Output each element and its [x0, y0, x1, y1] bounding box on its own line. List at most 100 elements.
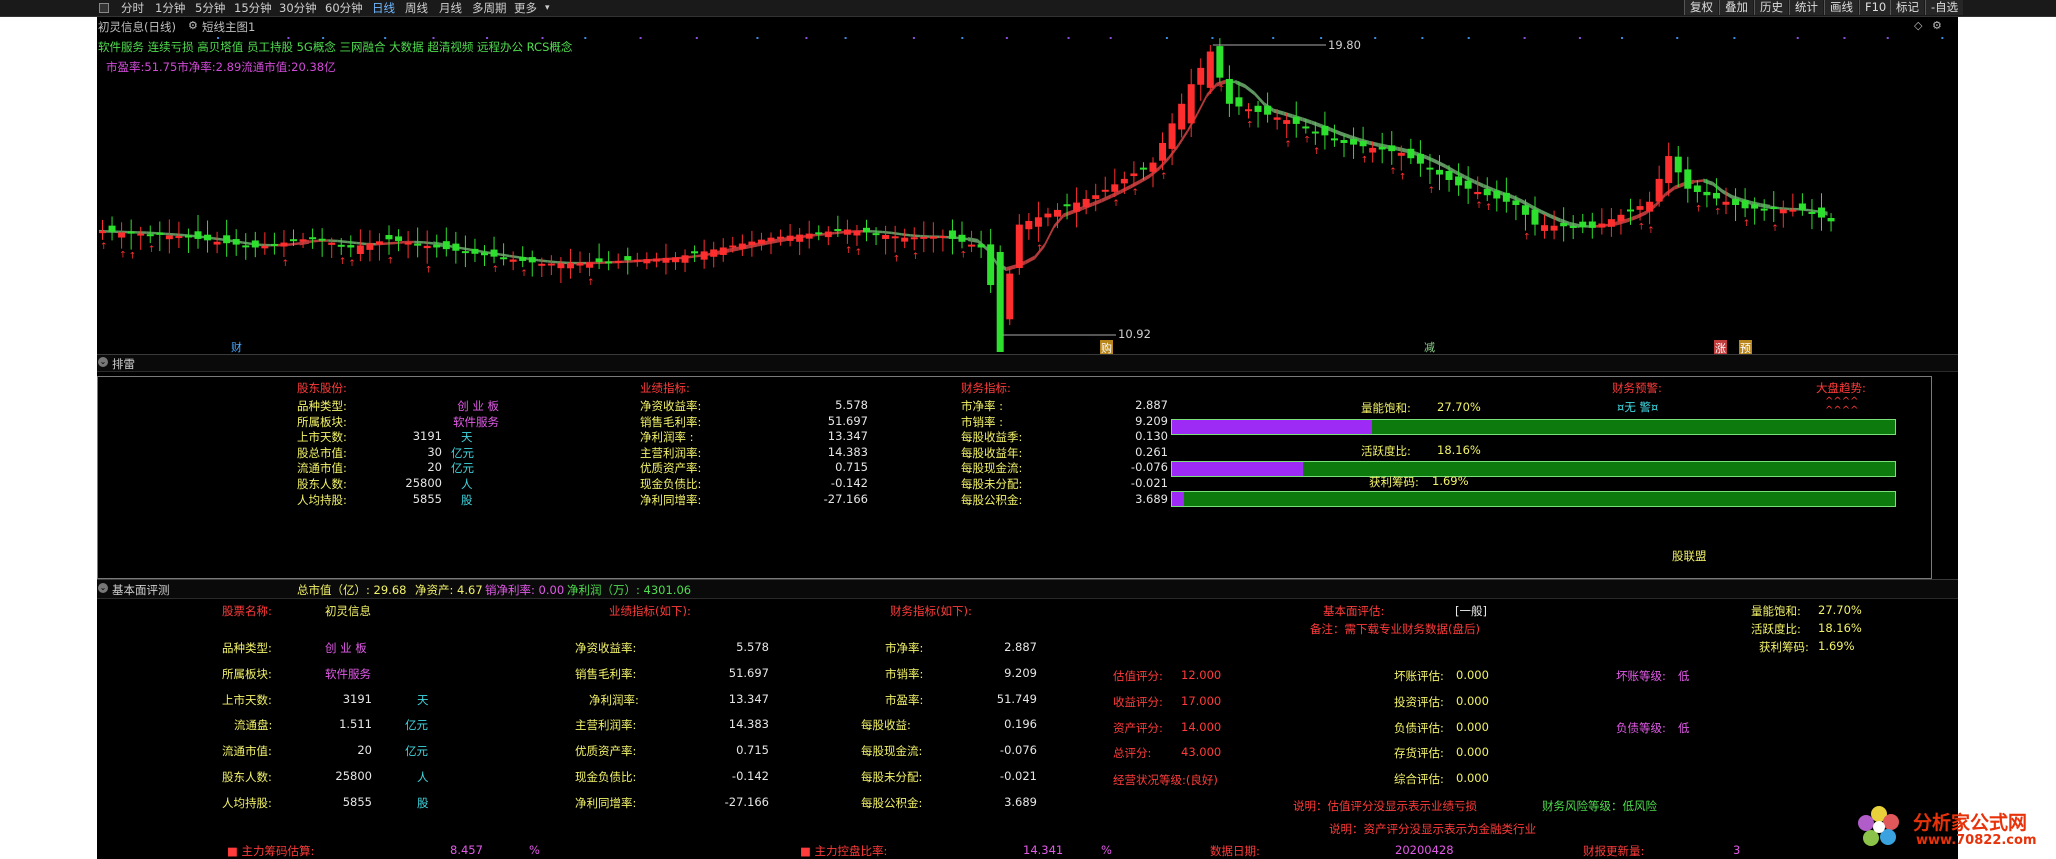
period-30min[interactable]: 30分钟 — [279, 0, 317, 16]
btn-huaxian[interactable]: 画线 — [1824, 0, 1858, 15]
candle-body — [1292, 117, 1300, 124]
candle-body — [1092, 195, 1100, 199]
right-stat-label: 量能饱和: — [1751, 604, 1801, 618]
explain-2: 说明：资产评分没显示表示为金融类行业 — [1329, 822, 1536, 836]
candle-body — [1321, 125, 1329, 136]
buy-arrow-marker: ↑ — [1160, 172, 1168, 182]
signal-dot — [695, 37, 698, 39]
fin-value-2: 2.887 — [1004, 640, 1037, 654]
eval-item-label: 坏账评估: — [1394, 669, 1444, 683]
watermark-url: www.70822.com — [1916, 833, 2037, 848]
period-more[interactable]: 更多 — [514, 0, 537, 16]
btn-fuquan[interactable]: 复权 — [1684, 0, 1718, 15]
candle-body — [1369, 147, 1377, 153]
candle-body — [547, 263, 555, 266]
period-15min[interactable]: 15分钟 — [234, 0, 272, 16]
buy-arrow-marker: ↑ — [854, 248, 862, 258]
candle-body — [1397, 152, 1405, 156]
perf-value: 5.578 — [835, 398, 868, 412]
perf-label: 净利润率 : — [640, 430, 694, 445]
period-fenshi[interactable]: 分时 — [121, 0, 144, 16]
perf-value-2: 14.383 — [728, 717, 769, 732]
fin-value: 2.887 — [1135, 398, 1168, 412]
period-1min[interactable]: 1分钟 — [155, 0, 185, 16]
ma-ribbon-segment — [242, 241, 252, 246]
btn-tongji[interactable]: 统计 — [1789, 0, 1823, 15]
watermark-name: 分析家公式网 — [1913, 812, 2028, 834]
perf-label: 现金负债比: — [640, 477, 702, 491]
candle-body — [729, 245, 737, 248]
buy-arrow-marker: ↑ — [1036, 244, 1044, 254]
eval-item-label: 负债评估: — [1394, 720, 1444, 735]
right-stat-value: 1.69% — [1818, 639, 1855, 653]
period-daily[interactable]: 日线 — [372, 0, 395, 16]
signal-dot — [486, 37, 489, 39]
fin-value: 9.209 — [1135, 413, 1168, 428]
buy-arrow-marker: ↑ — [1427, 186, 1435, 196]
candle-body — [328, 242, 336, 245]
more-chevron-icon[interactable]: ▾ — [545, 0, 550, 16]
holder-unit-2: 亿元 — [405, 744, 428, 759]
candle-body — [786, 235, 794, 241]
candle-body — [1684, 169, 1692, 189]
perf-label-2: 现金负债比: — [575, 770, 637, 784]
period-60min[interactable]: 60分钟 — [325, 0, 363, 16]
buy-arrow-marker: ↑ — [1112, 199, 1120, 209]
period-weekly[interactable]: 周线 — [405, 0, 428, 16]
btn-lishi[interactable]: 历史 — [1754, 0, 1788, 15]
candle-body — [1598, 223, 1606, 228]
buy-arrow-marker: ↑ — [1389, 167, 1397, 177]
buy-arrow-marker: ↑ — [1714, 207, 1722, 217]
collapse-icon-2[interactable]: ⌄ — [98, 583, 108, 593]
signal-dot — [287, 37, 290, 39]
candle-body — [414, 243, 422, 246]
ma-ribbon-segment — [356, 241, 367, 246]
period-monthly[interactable]: 月线 — [439, 0, 462, 16]
signal-dot — [1272, 37, 1275, 39]
buy-arrow-marker: ↑ — [1695, 205, 1703, 215]
ma-ribbon-segment — [290, 242, 300, 246]
left-gutter — [0, 0, 97, 859]
candle-body — [1273, 117, 1281, 120]
fin-label-2: 市净率: — [885, 641, 924, 655]
perf-value: 0.715 — [835, 460, 868, 475]
panel-footer: 股联盟 — [1672, 549, 1707, 563]
ma-ribbon-segment — [1636, 210, 1647, 219]
candle-body — [1054, 209, 1061, 217]
btn-zixuan[interactable]: -自选 — [1925, 0, 1964, 15]
candle-body — [1015, 224, 1023, 269]
candle-body — [1407, 148, 1415, 159]
fin-value-2: 0.196 — [1004, 717, 1037, 732]
period-5min[interactable]: 5分钟 — [195, 0, 225, 16]
period-multi[interactable]: 多周期 — [472, 0, 507, 16]
operation-status: 经营状况等级:(良好) — [1113, 773, 1218, 787]
candle-body — [1732, 198, 1740, 206]
buy-arrow-marker: ↑ — [1475, 201, 1483, 211]
signal-dot — [639, 37, 642, 39]
candle-body — [1674, 156, 1682, 173]
marker-jian[interactable]: 减 — [1424, 339, 1435, 355]
candle-body — [395, 236, 403, 241]
candle-body — [1751, 204, 1759, 209]
signal-dot — [1941, 37, 1944, 39]
candle-body — [1197, 67, 1205, 85]
candle-body — [1302, 126, 1310, 129]
ma-ribbon-segment — [1197, 93, 1207, 117]
candle-body — [863, 227, 870, 233]
candle-body — [1149, 162, 1157, 172]
candle-body — [184, 235, 192, 238]
candle-body — [1245, 109, 1252, 112]
collapse-icon[interactable]: ⌄ — [98, 357, 108, 367]
fin-header-2: 财务指标(如下): — [890, 604, 972, 618]
perf-value: 14.383 — [827, 444, 868, 459]
eval-item-value: 0.000 — [1456, 719, 1489, 734]
chart-panel[interactable]: 初灵信息(日线) ⚙ 短线主图1 ◇ ⚙ 软件服务 连续亏损 高贝塔值 员工持股… — [97, 17, 1958, 356]
ma-ribbon-segment — [1397, 146, 1408, 153]
marker-cai[interactable]: 财 — [231, 339, 242, 355]
btn-diejia[interactable]: 叠加 — [1719, 0, 1753, 15]
toolbar-menu-icon[interactable] — [99, 3, 109, 13]
fin-value: 3.689 — [1135, 491, 1168, 506]
btn-f10[interactable]: F10 — [1859, 0, 1892, 15]
btn-biaoji[interactable]: 标记 — [1890, 0, 1924, 15]
ma-ribbon-segment — [1369, 140, 1379, 148]
